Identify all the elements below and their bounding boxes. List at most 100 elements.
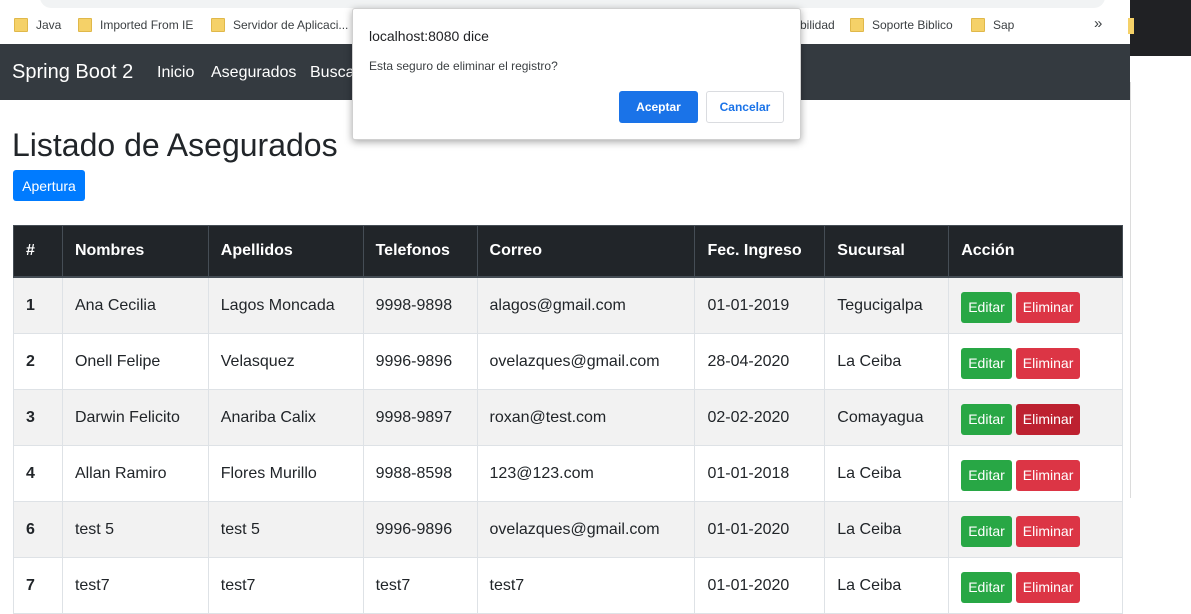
bookmark-sap[interactable]: Sap (971, 17, 1014, 33)
cell-apellidos: Lagos Moncada (207, 276, 364, 334)
cell-id: 1 (13, 276, 63, 334)
cell-fecha: 01-01-2018 (694, 445, 826, 502)
delete-button[interactable]: Eliminar (1015, 292, 1081, 323)
cell-id: 6 (13, 501, 63, 558)
table-row: 6 test 5 test 5 9996-9896 ovelazques@gma… (13, 501, 1123, 558)
cell-sucursal: Tegucigalpa (824, 276, 950, 334)
cell-accion: Editar Eliminar (948, 557, 1123, 614)
folder-icon (850, 18, 864, 32)
column-header-sucursal: Sucursal (824, 225, 950, 278)
cell-id: 7 (13, 557, 63, 614)
confirm-dialog: localhost:8080 dice Esta seguro de elimi… (352, 8, 801, 140)
cell-correo: test7 (476, 557, 696, 614)
background-window (1130, 0, 1191, 56)
bookmark-java[interactable]: Java (14, 17, 61, 33)
folder-icon (211, 18, 225, 32)
cell-apellidos: Flores Murillo (207, 445, 364, 502)
column-header-id: # (13, 225, 63, 278)
nav-link-buscar[interactable]: Busca (310, 64, 354, 82)
cell-fecha: 01-01-2019 (694, 276, 826, 334)
edit-button[interactable]: Editar (961, 460, 1012, 491)
column-header-accion: Acción (948, 225, 1123, 278)
bookmark-label: Soporte Biblico (872, 18, 953, 32)
table-header-row: # Nombres Apellidos Telefonos Correo Fec… (13, 225, 1123, 278)
cell-telefonos: test7 (362, 557, 478, 614)
cell-accion: Editar Eliminar (948, 445, 1123, 502)
cell-accion: Editar Eliminar (948, 333, 1123, 390)
table-row: 4 Allan Ramiro Flores Murillo 9988-8598 … (13, 445, 1123, 502)
cell-telefonos: 9998-9898 (362, 276, 478, 334)
cell-accion: Editar Eliminar (948, 276, 1123, 334)
cell-correo: 123@123.com (476, 445, 696, 502)
cell-telefonos: 9996-9896 (362, 333, 478, 390)
cell-id: 4 (13, 445, 63, 502)
cell-sucursal: La Ceiba (824, 445, 950, 502)
address-bar[interactable] (40, 0, 1105, 8)
cell-telefonos: 9996-9896 (362, 501, 478, 558)
bookmark-label: Servidor de Aplicaci... (233, 18, 349, 32)
bookmark-label: Imported From IE (100, 18, 194, 32)
table-row: 2 Onell Felipe Velasquez 9996-9896 ovela… (13, 333, 1123, 390)
delete-button[interactable]: Eliminar (1015, 404, 1081, 435)
table-row: 7 test7 test7 test7 test7 01-01-2020 La … (13, 557, 1123, 614)
cell-accion: Editar Eliminar (948, 389, 1123, 446)
edit-button[interactable]: Editar (961, 516, 1012, 547)
nav-link-asegurados[interactable]: Asegurados (211, 64, 296, 82)
cell-sucursal: La Ceiba (824, 557, 950, 614)
cell-correo: ovelazques@gmail.com (476, 501, 696, 558)
asegurados-table: # Nombres Apellidos Telefonos Correo Fec… (13, 225, 1123, 614)
column-header-fecha: Fec. Ingreso (694, 225, 826, 278)
cell-fecha: 01-01-2020 (694, 557, 826, 614)
folder-icon (1128, 18, 1134, 34)
cell-apellidos: Velasquez (207, 333, 364, 390)
cell-sucursal: La Ceiba (824, 501, 950, 558)
cell-sucursal: Comayagua (824, 389, 950, 446)
edit-button[interactable]: Editar (961, 292, 1012, 323)
cell-apellidos: test 5 (207, 501, 364, 558)
bookmark-servidor[interactable]: Servidor de Aplicaci... (211, 17, 348, 33)
cell-correo: roxan@test.com (476, 389, 696, 446)
cell-nombres: Ana Cecilia (61, 276, 209, 334)
cell-id: 2 (13, 333, 63, 390)
folder-icon (971, 18, 985, 32)
column-header-telefonos: Telefonos (362, 225, 478, 278)
dialog-title: localhost:8080 dice (369, 28, 489, 44)
cell-fecha: 02-02-2020 (694, 389, 826, 446)
bookmark-imported-from-ie[interactable]: Imported From IE (78, 17, 193, 33)
edit-button[interactable]: Editar (961, 348, 1012, 379)
cell-nombres: Onell Felipe (61, 333, 209, 390)
cell-telefonos: 9998-9897 (362, 389, 478, 446)
cell-correo: alagos@gmail.com (476, 276, 696, 334)
apertura-button[interactable]: Apertura (13, 170, 85, 201)
bookmark-label: Sap (993, 18, 1015, 32)
cell-correo: ovelazques@gmail.com (476, 333, 696, 390)
table-row: 3 Darwin Felicito Anariba Calix 9998-989… (13, 389, 1123, 446)
dialog-message: Esta seguro de eliminar el registro? (369, 59, 558, 73)
bookmark-label: bilidad (800, 18, 835, 32)
cell-fecha: 01-01-2020 (694, 501, 826, 558)
delete-button[interactable]: Eliminar (1015, 572, 1081, 603)
bookmark-bilidad[interactable]: bilidad (800, 17, 835, 33)
cell-apellidos: Anariba Calix (207, 389, 364, 446)
folder-icon (78, 18, 92, 32)
cancel-button[interactable]: Cancelar (706, 91, 784, 123)
delete-button[interactable]: Eliminar (1015, 516, 1081, 547)
chevron-double-right-icon[interactable]: » (1094, 15, 1102, 32)
edit-button[interactable]: Editar (961, 572, 1012, 603)
edit-button[interactable]: Editar (961, 404, 1012, 435)
accept-button[interactable]: Aceptar (619, 91, 698, 123)
cell-nombres: test7 (61, 557, 209, 614)
cell-fecha: 28-04-2020 (694, 333, 826, 390)
nav-link-inicio[interactable]: Inicio (157, 64, 194, 82)
cell-nombres: Darwin Felicito (61, 389, 209, 446)
cell-apellidos: test7 (207, 557, 364, 614)
cell-accion: Editar Eliminar (948, 501, 1123, 558)
cell-telefonos: 9988-8598 (362, 445, 478, 502)
delete-button[interactable]: Eliminar (1015, 348, 1081, 379)
page-title: Listado de Asegurados (12, 127, 338, 163)
table-row: 1 Ana Cecilia Lagos Moncada 9998-9898 al… (13, 276, 1123, 334)
bookmark-soporte-biblico[interactable]: Soporte Biblico (850, 17, 953, 33)
navbar-brand[interactable]: Spring Boot 2 (12, 61, 133, 84)
delete-button[interactable]: Eliminar (1015, 460, 1081, 491)
background-window-blank (1130, 56, 1191, 614)
